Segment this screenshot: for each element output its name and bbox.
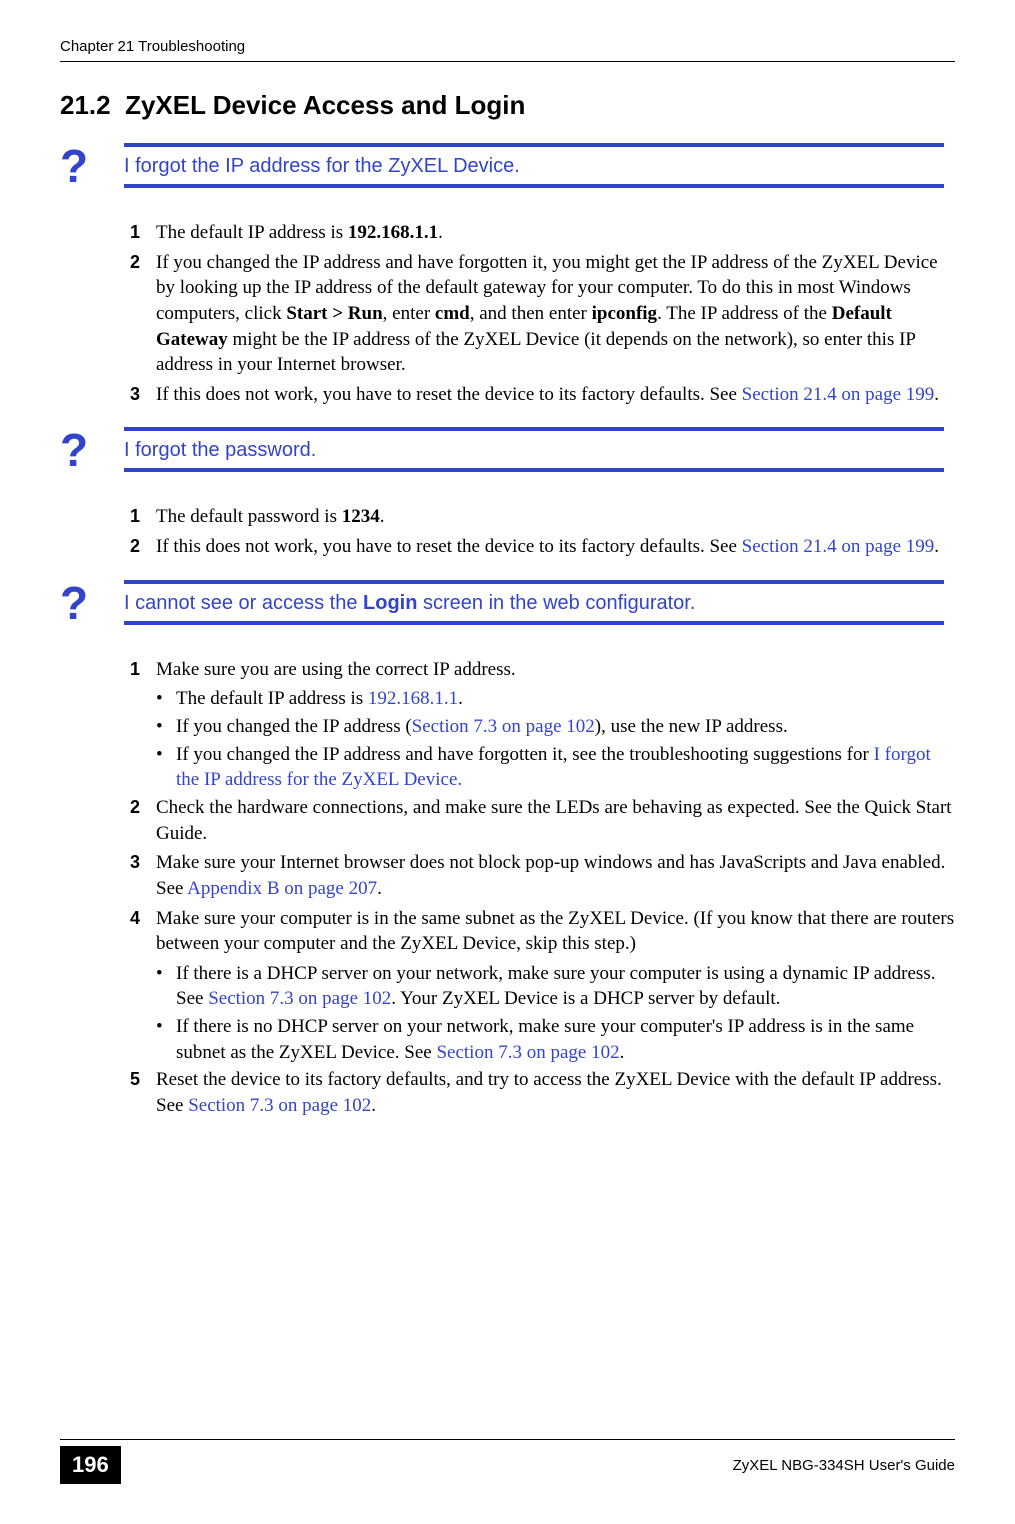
bullet-icon: • <box>156 686 176 712</box>
question-rule-bottom <box>124 468 944 472</box>
list-number: 2 <box>130 795 156 846</box>
list-item: Check the hardware connections, and make… <box>156 795 955 846</box>
chapter-header: Chapter 21 Troubleshooting <box>60 38 955 61</box>
question-rule-top <box>124 580 944 584</box>
text: . <box>458 688 463 709</box>
text: The default IP address is <box>176 688 368 709</box>
list-number: 2 <box>130 250 156 378</box>
answer-block-2: 1 The default password is 1234. 2 If thi… <box>130 504 955 559</box>
cross-ref-link[interactable]: Appendix B on page 207 <box>187 878 377 899</box>
list-number: 3 <box>130 382 156 408</box>
default-ip: 192.168.1.1 <box>348 222 438 243</box>
sub-item: If there is a DHCP server on your networ… <box>176 961 955 1012</box>
cross-ref-link[interactable]: Section 7.3 on page 102 <box>188 1095 371 1116</box>
list-item: The default password is 1234. <box>156 504 955 530</box>
section-title: ZyXEL Device Access and Login <box>125 90 525 120</box>
question-block-1: ? I forgot the IP address for the ZyXEL … <box>60 143 955 196</box>
question-mark-icon: ? <box>60 427 120 473</box>
ip-link[interactable]: 192.168.1.1 <box>368 688 458 709</box>
text: If you changed the IP address ( <box>176 716 412 737</box>
list-item: If this does not work, you have to reset… <box>156 534 955 560</box>
sub-item: If there is no DHCP server on your netwo… <box>176 1014 955 1065</box>
question-block-2: ? I forgot the password. <box>60 427 955 480</box>
answer-block-3: 1 Make sure you are using the correct IP… <box>130 657 955 1119</box>
text: , and then enter <box>470 303 592 324</box>
text: . <box>438 222 443 243</box>
list-number: 3 <box>130 850 156 901</box>
list-number: 2 <box>130 534 156 560</box>
question-mark-icon: ? <box>60 580 120 626</box>
header-rule <box>60 61 955 62</box>
text: . <box>934 536 939 557</box>
text: . The IP address of the <box>657 303 832 324</box>
list-item: If you changed the IP address and have f… <box>156 250 955 378</box>
text: screen in the web configurator. <box>417 592 695 614</box>
text-bold: Login <box>363 592 417 614</box>
bullet-icon: • <box>156 714 176 740</box>
text: If you changed the IP address and have f… <box>176 744 874 765</box>
text: . <box>934 384 939 405</box>
section-heading: 21.2 ZyXEL Device Access and Login <box>60 90 955 121</box>
bullet-icon: • <box>156 742 176 793</box>
question-rule-bottom <box>124 621 944 625</box>
text: , enter <box>383 303 435 324</box>
list-item: Make sure your Internet browser does not… <box>156 850 955 901</box>
list-item: Reset the device to its factory defaults… <box>156 1067 955 1118</box>
text: The default IP address is <box>156 222 348 243</box>
question-block-3: ? I cannot see or access the Login scree… <box>60 580 955 633</box>
text: . <box>620 1042 625 1063</box>
list-number: 5 <box>130 1067 156 1118</box>
list-item: The default IP address is 192.168.1.1. <box>156 220 955 246</box>
sub-item: If you changed the IP address and have f… <box>176 742 955 793</box>
question-rule-top <box>124 143 944 147</box>
question-rule-bottom <box>124 184 944 188</box>
question-text: I forgot the password. <box>124 439 944 462</box>
answer-block-1: 1 The default IP address is 192.168.1.1.… <box>130 220 955 407</box>
text: If this does not work, you have to reset… <box>156 536 742 557</box>
cross-ref-link[interactable]: Section 7.3 on page 102 <box>208 988 391 1009</box>
text-bold: cmd <box>435 303 470 324</box>
page-footer: 196 ZyXEL NBG-334SH User's Guide <box>60 1439 955 1484</box>
text: If this does not work, you have to reset… <box>156 384 742 405</box>
bullet-icon: • <box>156 961 176 1012</box>
list-item: Make sure you are using the correct IP a… <box>156 657 955 683</box>
text-bold: Start > Run <box>286 303 382 324</box>
sub-item: If you changed the IP address (Section 7… <box>176 714 955 740</box>
cross-ref-link[interactable]: Section 7.3 on page 102 <box>436 1042 619 1063</box>
text: . <box>371 1095 376 1116</box>
default-password: 1234 <box>342 506 380 527</box>
sub-item: The default IP address is 192.168.1.1. <box>176 686 955 712</box>
question-rule-top <box>124 427 944 431</box>
cross-ref-link[interactable]: Section 21.4 on page 199 <box>742 384 935 405</box>
bullet-icon: • <box>156 1014 176 1065</box>
text: I cannot see or access the <box>124 592 363 614</box>
text: . <box>380 506 385 527</box>
section-number: 21.2 <box>60 90 111 120</box>
list-item: Make sure your computer is in the same s… <box>156 906 955 957</box>
question-text: I forgot the IP address for the ZyXEL De… <box>124 155 944 178</box>
text-bold: ipconfig <box>592 303 657 324</box>
page-number: 196 <box>60 1446 121 1484</box>
list-item: If this does not work, you have to reset… <box>156 382 955 408</box>
guide-title: ZyXEL NBG-334SH User's Guide <box>733 1457 955 1474</box>
list-number: 1 <box>130 220 156 246</box>
question-text: I cannot see or access the Login screen … <box>124 592 944 615</box>
question-mark-icon: ? <box>60 143 120 189</box>
list-number: 1 <box>130 504 156 530</box>
text: might be the IP address of the ZyXEL Dev… <box>156 329 915 376</box>
list-number: 1 <box>130 657 156 683</box>
list-number: 4 <box>130 906 156 957</box>
cross-ref-link[interactable]: Section 21.4 on page 199 <box>742 536 935 557</box>
footer-rule <box>60 1439 955 1440</box>
text: ), use the new IP address. <box>595 716 788 737</box>
text: . Your ZyXEL Device is a DHCP server by … <box>391 988 780 1009</box>
text: . <box>377 878 382 899</box>
cross-ref-link[interactable]: Section 7.3 on page 102 <box>412 716 595 737</box>
text: The default password is <box>156 506 342 527</box>
